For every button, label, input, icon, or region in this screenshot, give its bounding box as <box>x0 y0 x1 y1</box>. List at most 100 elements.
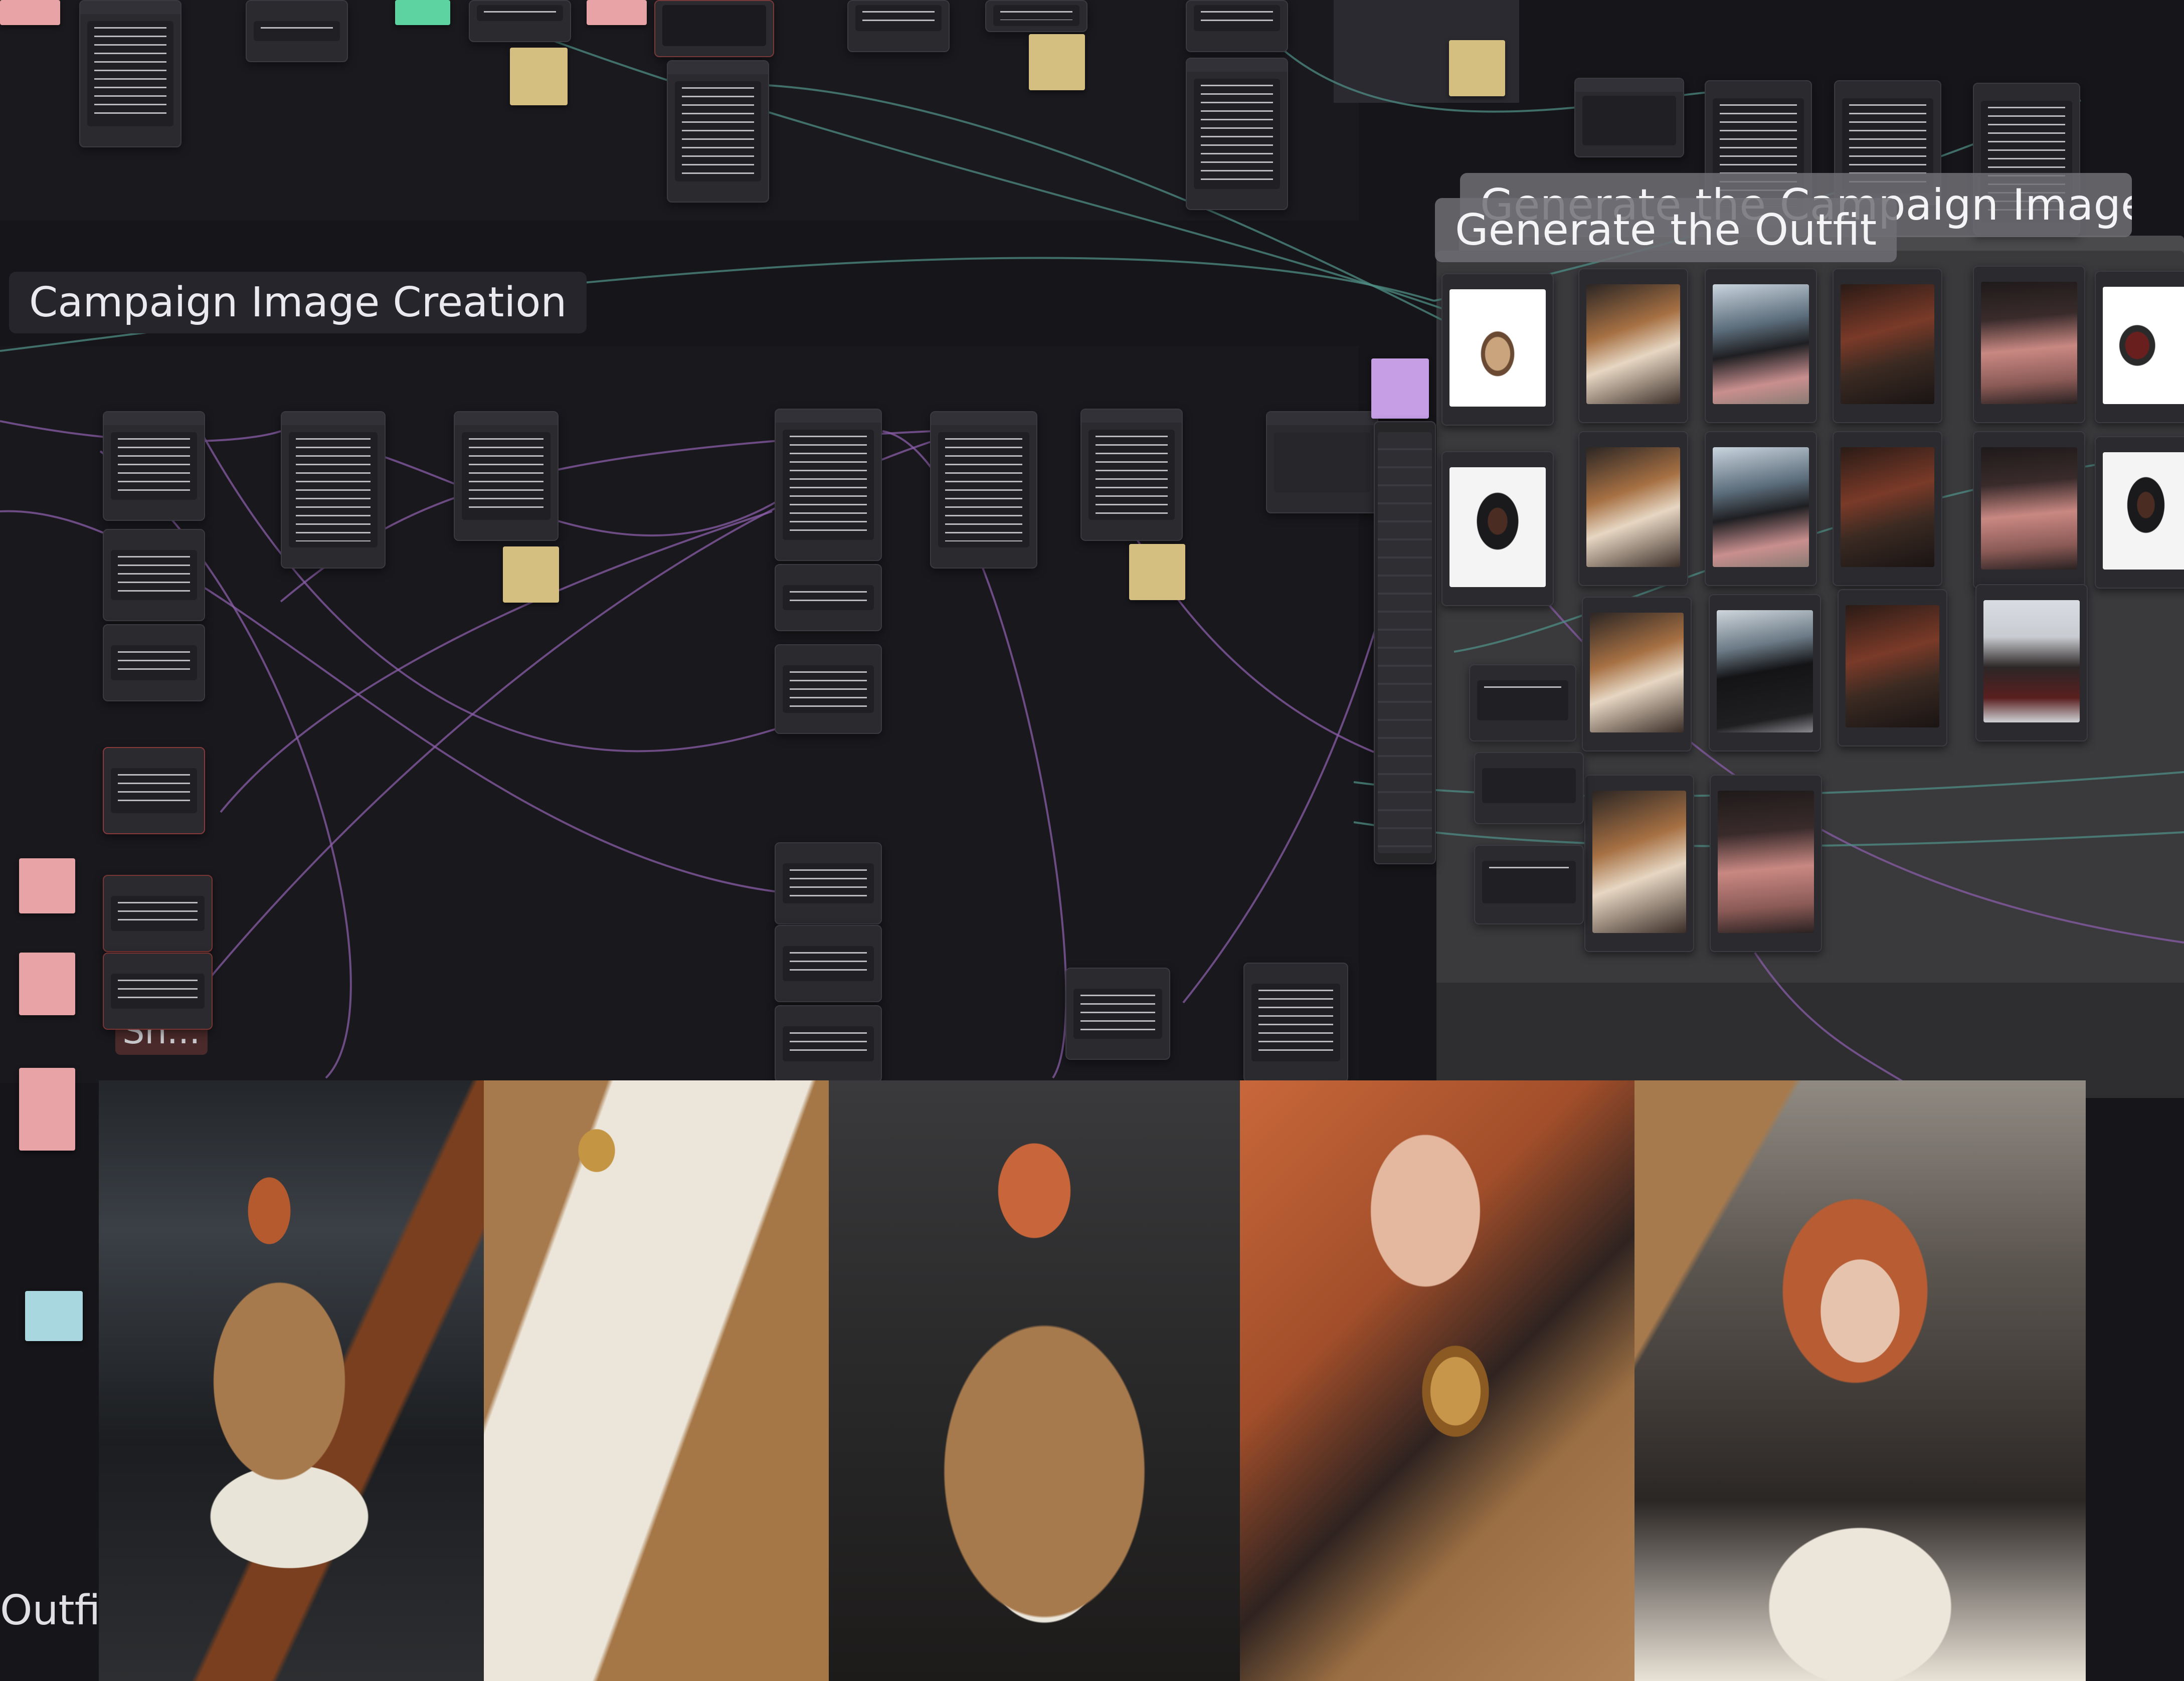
sticky-note-pink-left-1[interactable] <box>19 858 75 913</box>
node-text-body[interactable] <box>111 432 197 500</box>
sticky-note-pink-2[interactable] <box>587 0 647 25</box>
image-thumbnail-icon[interactable] <box>2103 452 2184 570</box>
node-settings[interactable] <box>1274 432 1370 492</box>
node-outfit-prompt-2[interactable] <box>1474 752 1584 824</box>
node-switch-panel[interactable] <box>1374 421 1436 864</box>
node-text-top-4[interactable] <box>667 60 769 203</box>
node-text-encode-3[interactable] <box>775 409 882 561</box>
photo-earring-closeup[interactable] <box>1240 1080 1634 1681</box>
image-node-campaign-3[interactable] <box>1833 268 1942 423</box>
node-text-body[interactable] <box>111 645 197 680</box>
node-prompt-4[interactable] <box>103 747 205 834</box>
node-text-encode-4[interactable] <box>775 564 882 631</box>
image-node-campaign-13[interactable] <box>1584 775 1694 952</box>
image-thumbnail-icon[interactable] <box>1586 447 1680 567</box>
node-input-list[interactable] <box>1378 432 1432 853</box>
image-node-outfit-4[interactable] <box>2095 436 2184 589</box>
node-text-body[interactable] <box>783 665 874 713</box>
group-title-generate-outfit[interactable]: Generate the Outfit <box>1435 198 1897 262</box>
image-node-outfit-1[interactable] <box>1441 273 1554 426</box>
node-text-body[interactable] <box>254 21 340 41</box>
node-prompt-6[interactable] <box>103 953 213 1030</box>
image-thumbnail-icon[interactable] <box>1449 289 1546 407</box>
node-outfit-prompt-3[interactable] <box>1474 845 1584 924</box>
image-node-campaign-10[interactable] <box>1709 594 1821 752</box>
node-text-body[interactable] <box>1477 680 1568 720</box>
node-text-body[interactable] <box>1194 79 1280 189</box>
node-text-body[interactable] <box>462 432 551 520</box>
sticky-note-pink-left-2[interactable] <box>19 953 75 1015</box>
sticky-note-yellow-mid-2[interactable] <box>1129 544 1185 600</box>
image-thumbnail-icon[interactable] <box>1981 447 2077 570</box>
image-thumbnail-icon[interactable] <box>1713 447 1809 567</box>
node-text-body[interactable] <box>783 430 874 540</box>
node-text-body[interactable] <box>289 432 378 547</box>
sticky-note-green[interactable] <box>395 0 450 25</box>
node-text-body[interactable] <box>675 81 761 181</box>
node-outfit-prompt-1[interactable] <box>1469 664 1576 741</box>
image-thumbnail-icon[interactable] <box>1449 467 1546 587</box>
image-thumbnail-icon[interactable] <box>1718 791 1814 933</box>
node-text-body[interactable] <box>111 974 205 1009</box>
node-text-body[interactable] <box>938 432 1029 547</box>
sticky-note-pink-left-3[interactable] <box>19 1068 75 1151</box>
node-text-top-5[interactable] <box>847 0 950 52</box>
image-thumbnail-icon[interactable] <box>1841 284 1934 404</box>
node-text-encode-9[interactable] <box>930 411 1037 569</box>
node-sampler[interactable] <box>1266 411 1378 513</box>
image-node-campaign-12[interactable] <box>1975 584 2088 741</box>
image-thumbnail-icon[interactable] <box>1586 284 1680 404</box>
node-text-rt-1[interactable] <box>1574 78 1684 157</box>
node-text-top-1[interactable] <box>79 0 181 147</box>
node-text-body[interactable] <box>993 5 1079 26</box>
node-text-encode-2[interactable] <box>454 411 559 541</box>
image-thumbnail-icon[interactable] <box>1590 613 1684 732</box>
node-prompt-1[interactable] <box>103 411 205 521</box>
sticky-note-yellow-mid-1[interactable] <box>503 546 559 603</box>
node-text-encode-5[interactable] <box>775 644 882 734</box>
node-text-body[interactable] <box>783 863 874 903</box>
node-prompt-5[interactable] <box>103 875 213 952</box>
image-thumbnail-icon[interactable] <box>1713 284 1809 404</box>
sticky-note-cyan-left[interactable] <box>25 1291 83 1341</box>
image-node-campaign-11[interactable] <box>1838 589 1947 746</box>
image-node-campaign-14[interactable] <box>1710 775 1822 952</box>
image-thumbnail-icon[interactable] <box>1841 447 1934 567</box>
sticky-note-pink[interactable] <box>0 0 60 25</box>
image-node-campaign-5[interactable] <box>1578 431 1688 586</box>
image-node-campaign-8[interactable] <box>1973 431 2085 589</box>
image-thumbnail-icon[interactable] <box>1717 610 1813 732</box>
node-text-body[interactable] <box>1582 96 1676 145</box>
node-text-body[interactable] <box>1088 430 1175 520</box>
image-thumbnail-icon[interactable] <box>1983 600 2080 722</box>
node-text-body[interactable] <box>87 21 173 126</box>
sticky-note-yellow-top-3[interactable] <box>1449 40 1505 96</box>
photo-cape-detail[interactable] <box>484 1080 829 1681</box>
node-text-encode-6[interactable] <box>775 842 882 924</box>
node-output-2[interactable] <box>1243 963 1348 1082</box>
node-text-top-8[interactable] <box>1186 58 1288 210</box>
node-text-body[interactable] <box>1073 989 1162 1039</box>
photo-sitting-cape-portrait[interactable] <box>829 1080 1240 1681</box>
node-text-body[interactable] <box>111 896 205 931</box>
node-image-top[interactable] <box>654 0 774 57</box>
image-node-campaign-9[interactable] <box>1582 597 1692 752</box>
sticky-note-lavender[interactable] <box>1371 358 1429 419</box>
photo-car-seat-full-look[interactable] <box>99 1080 484 1681</box>
node-text-top-6[interactable] <box>985 0 1087 32</box>
node-text-top-7[interactable] <box>1186 0 1288 52</box>
image-node-campaign-6[interactable] <box>1705 431 1817 586</box>
node-text-encode-8[interactable] <box>775 1005 882 1082</box>
image-node-campaign-1[interactable] <box>1578 268 1688 423</box>
node-text-encode-7[interactable] <box>775 925 882 1002</box>
node-text-top-2[interactable] <box>246 0 348 62</box>
node-text-encode-1[interactable] <box>281 411 386 569</box>
photo-hand-in-hair-portrait[interactable] <box>1634 1080 2086 1681</box>
image-node-campaign-7[interactable] <box>1833 431 1942 586</box>
node-text-body[interactable] <box>111 768 197 813</box>
image-node-outfit-3[interactable] <box>1441 451 1554 606</box>
node-text-body[interactable] <box>477 5 563 21</box>
image-thumbnail-icon[interactable] <box>1981 282 2077 404</box>
node-text-top-3[interactable] <box>469 0 571 42</box>
node-prompt-2[interactable] <box>103 529 205 621</box>
